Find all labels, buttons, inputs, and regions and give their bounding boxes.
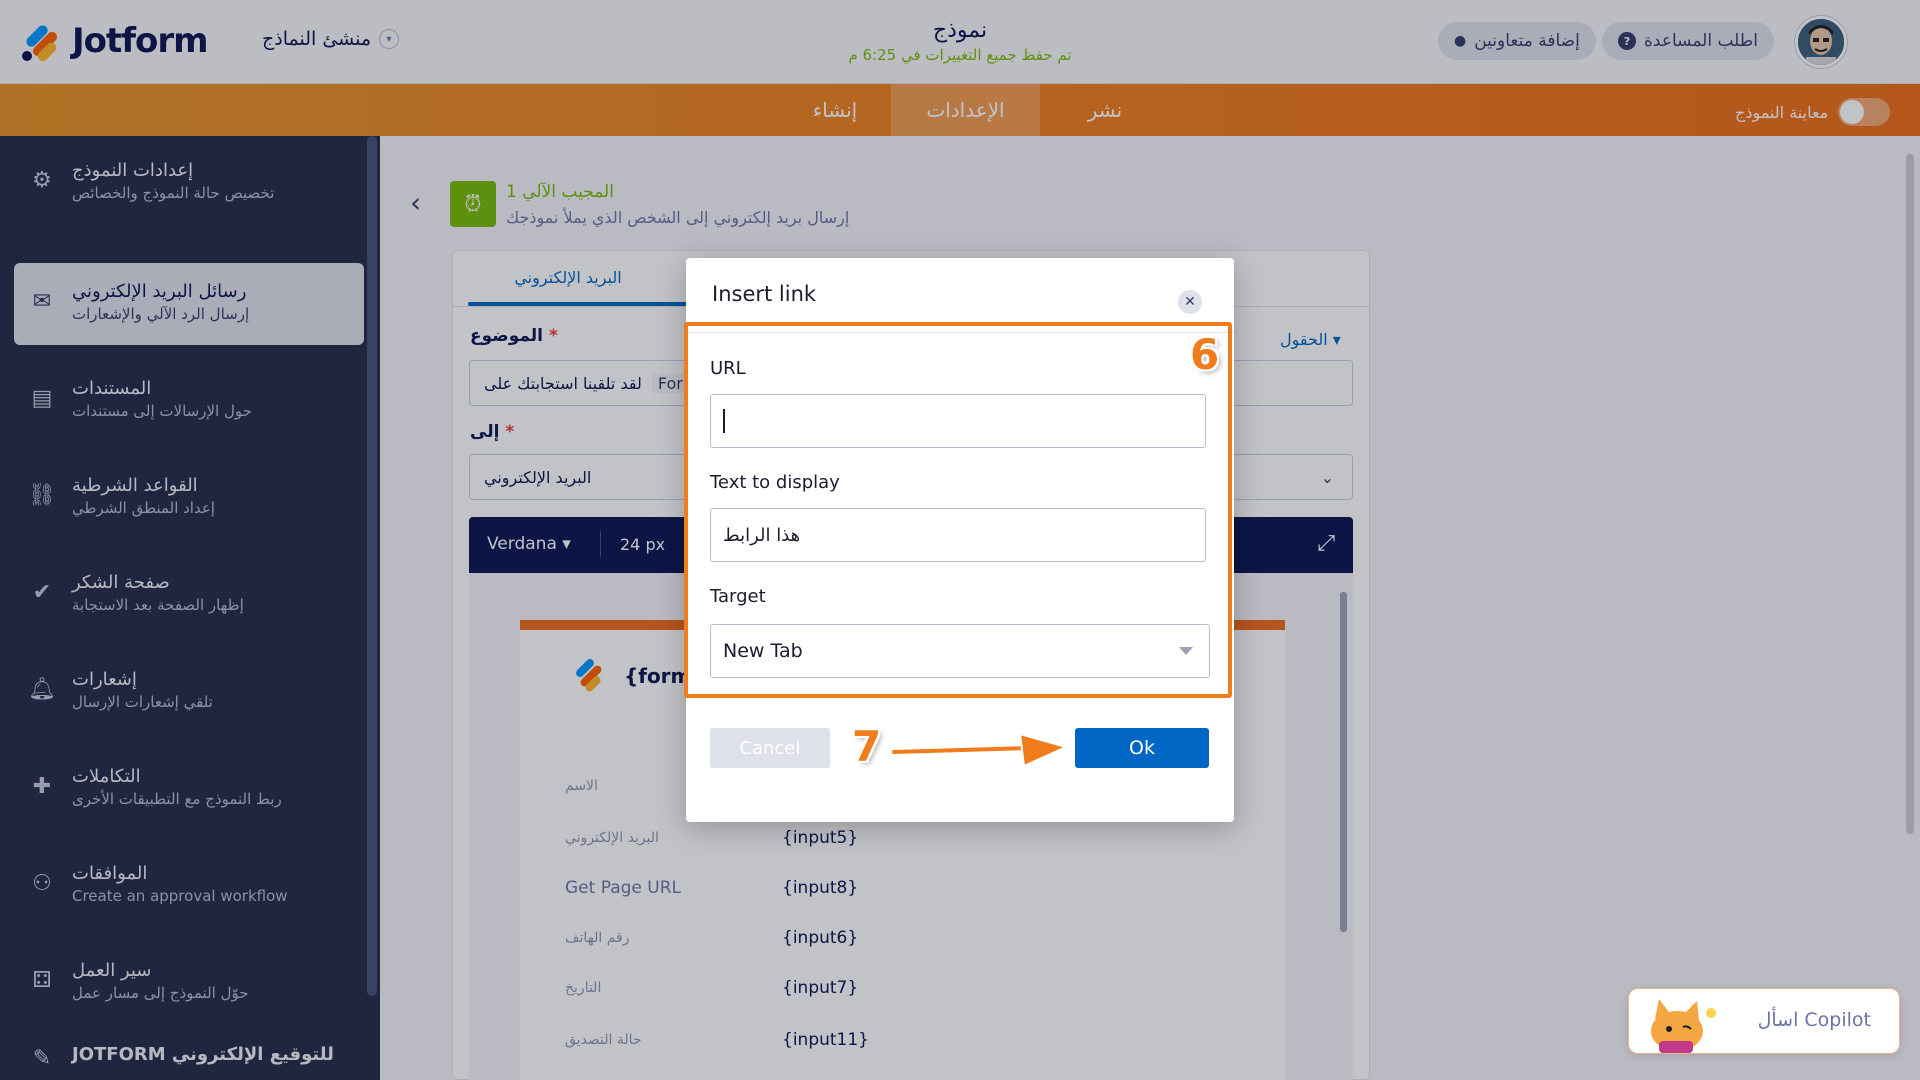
- step-number-six: 6: [1190, 330, 1220, 379]
- copilot-button[interactable]: اسأل Copilot: [1628, 988, 1900, 1054]
- close-icon[interactable]: ✕: [1178, 290, 1202, 314]
- highlight-box: [684, 322, 1232, 698]
- step-number-seven: 7: [852, 722, 882, 771]
- cancel-button[interactable]: Cancel: [710, 728, 830, 768]
- copilot-label: اسأل Copilot: [1757, 1009, 1871, 1031]
- copilot-cat-icon: [1651, 999, 1716, 1053]
- ok-button[interactable]: Ok: [1075, 728, 1209, 768]
- pointer-arrow-icon: [890, 732, 1069, 768]
- dialog-title: Insert link: [712, 282, 817, 306]
